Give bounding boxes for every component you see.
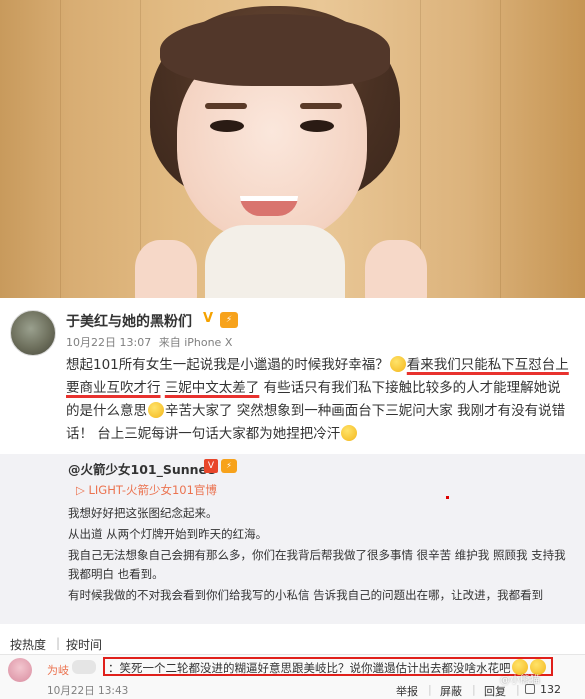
emoji-icon	[148, 402, 164, 418]
comment-text: ：笑死一个二轮都没进的糊逼好意思跟美岐比？说你邋遢估计出去都没啥水花吧	[108, 659, 547, 676]
turtleneck	[205, 225, 345, 298]
commenter-username[interactable]: 为岐	[47, 662, 69, 678]
left-eye	[210, 120, 244, 132]
right-hand	[365, 240, 427, 298]
comment-sort-tabs: 按热度 | 按时间	[0, 632, 585, 656]
repost-box: @火箭少女101_Sunnee V ⚡ ▷ LIGHT-火箭少女101官博 我想…	[0, 454, 585, 624]
post-date[interactable]: 10月22日 13:07	[66, 336, 151, 349]
action-separator: |	[428, 683, 432, 696]
wood-plank	[60, 0, 61, 298]
repost-paragraph: 我想好好把这张图纪念起来。	[68, 506, 218, 520]
blurred-name	[72, 660, 96, 674]
tab-time[interactable]: 按时间	[66, 636, 102, 653]
reply-button[interactable]: 回复	[484, 683, 506, 699]
comment-item: 为岐 ：笑死一个二轮都没进的糊逼好意思跟美岐比？说你邋遢估计出去都没啥水花吧 @…	[0, 655, 585, 699]
post-meta: 10月22日 13:07 来自 iPhone X	[66, 334, 236, 350]
tab-hot[interactable]: 按热度	[10, 636, 46, 653]
verified-v-icon: V	[204, 459, 218, 473]
wood-plank	[500, 0, 501, 298]
report-button[interactable]: 举报	[396, 683, 418, 699]
verified-icon: V	[203, 311, 214, 326]
repost-link-label[interactable]: LIGHT-火箭少女101官博	[89, 483, 217, 497]
repost-paragraph: 有时候我做的不对我会看到你们给我写的小私信 告诉我自己的问题出在哪，让改进，我都…	[68, 588, 544, 602]
tab-separator: |	[56, 636, 61, 650]
right-eye	[300, 120, 334, 132]
level-badge-icon: ⚡	[220, 312, 238, 328]
bangs	[160, 14, 390, 86]
repost-paragraph: 从出道 从两个灯牌开始到昨天的红海。	[68, 527, 268, 541]
repost-text: 我想好好把这张图纪念起来。 从出道 从两个灯牌开始到昨天的红海。 我自己无法想象…	[68, 504, 574, 607]
post-source: 来自 iPhone X	[158, 336, 233, 349]
right-brow	[300, 103, 342, 109]
weibo-post: 于美红与她的黑粉们 V ⚡ 10月22日 13:07 来自 iPhone X 想…	[0, 298, 585, 699]
comment-date: 10月22日 13:43	[47, 685, 129, 697]
comment-body: 笑死一个二轮都没进的糊逼好意思跟美岐比？说你邋遢估计出去都没啥水花吧	[119, 661, 511, 675]
like-icon[interactable]	[525, 684, 535, 694]
poster-avatar[interactable]	[10, 310, 56, 356]
repost-username[interactable]: @火箭少女101_Sunnee	[68, 459, 216, 478]
post-text: 想起101所有女生一起说我是小邋遢的时候我好幸福？ 看来我们只能私下互怼台上要商业…	[66, 354, 571, 446]
post-text-highlight: 三妮中文太差了	[164, 380, 260, 396]
post-photo[interactable]	[0, 0, 585, 298]
action-separator: |	[516, 683, 520, 696]
like-count[interactable]: 132	[540, 683, 561, 696]
level-badge-icon: ⚡	[221, 459, 237, 473]
emoji-icon	[389, 356, 406, 372]
action-separator: |	[472, 683, 476, 696]
red-dot	[446, 496, 449, 499]
repost-paragraph: 我自己无法想象自己会拥有那么多，你们在我背后帮我做了很多事情 很辛苦 维护我 照…	[68, 548, 566, 581]
emoji-icon	[341, 425, 358, 441]
repost-link[interactable]: ▷ LIGHT-火箭少女101官博	[76, 482, 217, 498]
poster-username[interactable]: 于美红与她的黑粉们	[66, 311, 192, 331]
post-text-segment: 想起101所有女生一起说我是小邋遢的时候我好幸福？	[66, 357, 389, 373]
block-button[interactable]: 屏蔽	[440, 683, 462, 699]
commenter-avatar[interactable]	[8, 658, 32, 682]
left-brow	[205, 103, 247, 109]
left-hand	[135, 240, 197, 298]
